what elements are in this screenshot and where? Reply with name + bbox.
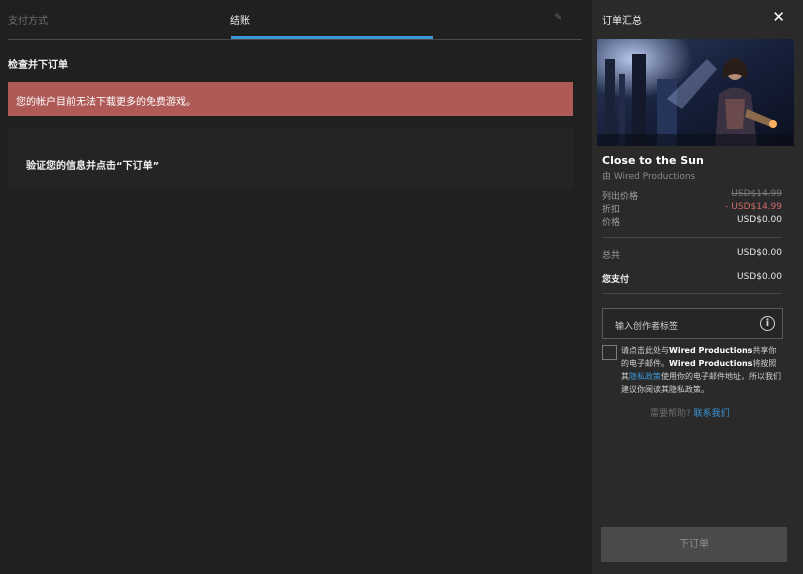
consent-brand-1: Wired Productions	[669, 346, 753, 355]
help-text: 需要帮助?	[650, 409, 691, 419]
price-label: 价格	[602, 218, 621, 228]
total-value: USD$0.00	[737, 248, 782, 258]
consent-text-1: 请点击此处与	[621, 346, 669, 355]
consent-brand-2: Wired Productions	[669, 359, 753, 368]
alert-text: 您的帐户目前无法下载更多的免费游戏。	[16, 97, 196, 108]
order-summary-panel: 订单汇总 ✕ Close to the Sun 由 Wired Producti…	[592, 0, 803, 574]
email-consent-text: 请点击此处与Wired Productions共享你的电子邮件。Wired Pr…	[621, 344, 781, 396]
tab-payment-method[interactable]: 支付方式	[8, 12, 48, 27]
game-cover-art	[597, 39, 794, 146]
verify-info-panel: 验证您的信息并点击“下订单”	[8, 127, 573, 189]
you-pay-row: 您支付 USD$0.00	[602, 272, 782, 285]
help-line: 需要帮助? 联系我们	[650, 406, 730, 419]
list-price-row: 列出价格 USD$14.99	[602, 189, 782, 202]
checkout-tabs: 支付方式 结账 ✎	[8, 0, 582, 40]
game-title: Close to the Sun	[602, 154, 704, 167]
creator-tag-input[interactable]: 输入创作者标签 i	[602, 308, 783, 339]
game-cover-image	[597, 39, 794, 146]
total-label: 总共	[602, 251, 621, 261]
active-tab-indicator	[231, 36, 433, 39]
place-order-button[interactable]: 下订单	[601, 527, 787, 562]
discount-row: 折扣 - USD$14.99	[602, 202, 782, 215]
pencil-icon[interactable]: ✎	[554, 13, 562, 23]
divider	[602, 293, 782, 294]
discount-label: 折扣	[602, 205, 621, 215]
page-title: 检查并下订单	[8, 60, 68, 71]
error-alert: 您的帐户目前无法下载更多的免费游戏。	[8, 82, 573, 116]
price-value: USD$0.00	[737, 215, 782, 225]
discount-value: - USD$14.99	[725, 202, 782, 212]
close-icon[interactable]: ✕	[772, 8, 785, 26]
privacy-policy-link[interactable]: 隐私政策	[629, 372, 661, 381]
you-pay-label: 您支付	[602, 275, 630, 285]
list-price-label: 列出价格	[602, 192, 639, 202]
price-row: 价格 USD$0.00	[602, 215, 782, 228]
share-email-checkbox[interactable]	[602, 345, 617, 360]
checkout-main-pane: 支付方式 结账 ✎ 检查并下订单 您的帐户目前无法下载更多的免费游戏。 验证您的…	[0, 0, 592, 574]
verify-text: 验证您的信息并点击“下订单”	[26, 161, 160, 172]
publisher: 由 Wired Productions	[602, 172, 696, 182]
order-summary-title: 订单汇总	[602, 16, 642, 27]
divider	[602, 237, 782, 238]
list-price-value: USD$14.99	[731, 189, 782, 199]
info-icon[interactable]: i	[760, 316, 775, 331]
contact-us-link[interactable]: 联系我们	[694, 409, 730, 419]
creator-tag-placeholder: 输入创作者标签	[615, 322, 679, 332]
you-pay-value: USD$0.00	[737, 272, 782, 282]
tab-checkout[interactable]: 结账	[230, 12, 250, 27]
total-row: 总共 USD$0.00	[602, 248, 782, 261]
